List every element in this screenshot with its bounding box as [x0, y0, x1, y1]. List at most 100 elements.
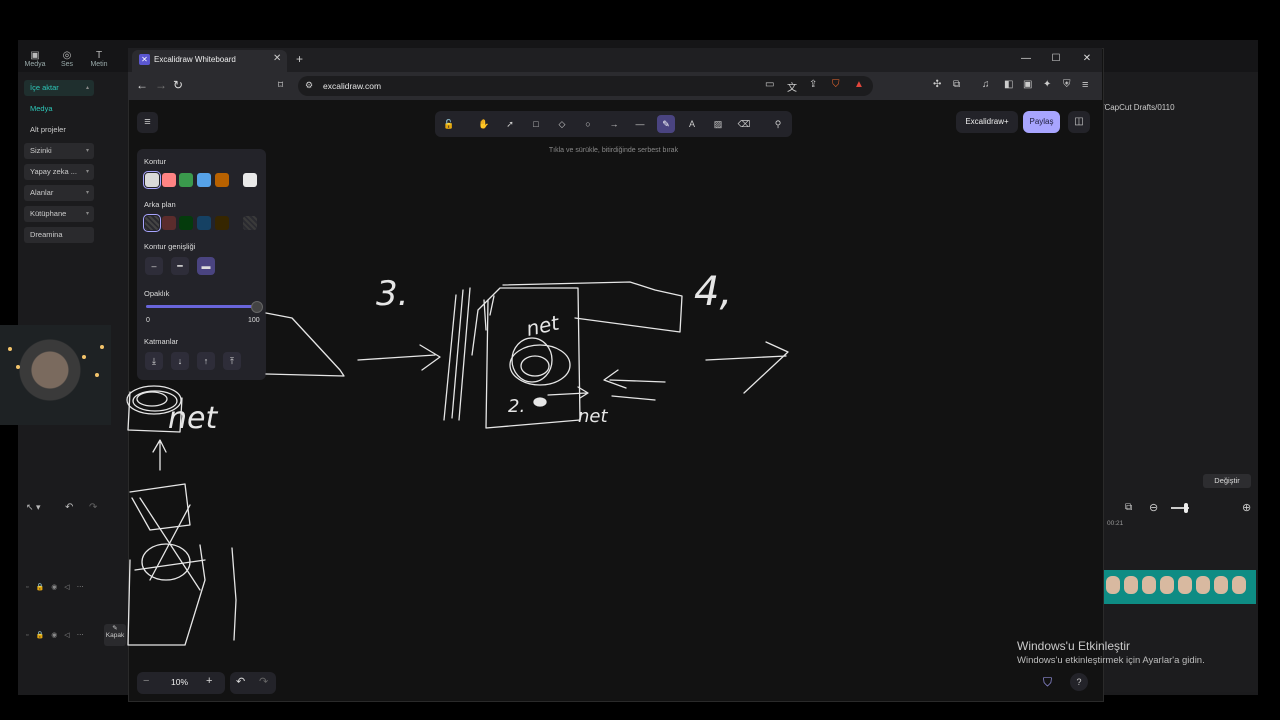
brave-shield-icon[interactable]: ⛉	[832, 79, 840, 90]
lock-icon[interactable]: 🔓	[440, 115, 458, 133]
brave-rewards-icon[interactable]: ▲	[854, 79, 864, 90]
ellipse-tool-icon[interactable]: ○	[579, 115, 597, 133]
transparent-background-swatch[interactable]	[143, 214, 161, 232]
share-button[interactable]: Paylaş	[1023, 111, 1060, 133]
opacity-slider-thumb[interactable]	[251, 301, 263, 313]
hand-tool-icon[interactable]: ✋	[475, 115, 493, 133]
bring-forward-icon[interactable]: ↑	[197, 352, 215, 370]
text-tool-icon[interactable]: A	[683, 115, 701, 133]
zoom-level[interactable]: 10%	[171, 677, 188, 687]
excalidraw-plus-button[interactable]: Excalidraw+	[956, 111, 1018, 133]
selection-tool-icon[interactable]: ➚	[501, 115, 519, 133]
redo-icon[interactable]: ↷	[259, 675, 268, 688]
custom-stroke-color-swatch[interactable]	[243, 173, 257, 187]
capcut-sidebar-yours[interactable]: Sizinki ▾	[24, 143, 94, 159]
capcut-sidebar-library[interactable]: Kütüphane ▾	[24, 206, 94, 222]
chevron-down-icon: ▾	[85, 148, 89, 154]
background-color-swatch[interactable]	[215, 216, 229, 230]
browser-menu-icon[interactable]: ≡	[1082, 79, 1088, 91]
close-icon[interactable]: ✕	[1080, 53, 1094, 64]
cast-icon[interactable]: ▭	[765, 79, 774, 90]
diamond-tool-icon[interactable]: ◇	[553, 115, 571, 133]
site-info-icon[interactable]: ⚙	[305, 80, 313, 91]
media-icon: ▣	[30, 50, 40, 61]
tab-title: Excalidraw Whiteboard	[154, 55, 236, 64]
track-thumbnail	[1124, 576, 1138, 594]
screenshot-icon[interactable]: ⧉	[953, 79, 960, 90]
draw-tool-icon[interactable]: ✎	[657, 115, 675, 133]
undo-icon[interactable]: ↶	[236, 675, 245, 688]
encryption-shield-icon[interactable]: ⛉	[1043, 675, 1052, 690]
capcut-timeline-tool-icon[interactable]: ⧉	[1125, 502, 1132, 513]
vpn-icon[interactable]: ⛨	[1063, 79, 1071, 90]
track-controls-icon[interactable]: ▫🔒◉◁⋯	[26, 631, 91, 639]
reload-icon[interactable]: ↻	[173, 78, 183, 92]
bookmark-icon[interactable]: ⌑	[278, 80, 283, 91]
capcut-sidebar-ai[interactable]: Yapay zeka ... ▾	[24, 164, 94, 180]
zoom-out-icon[interactable]: ⊖	[1149, 501, 1158, 514]
background-color-swatch[interactable]	[179, 216, 193, 230]
opacity-slider-fill	[146, 305, 256, 308]
excalidraw-canvas[interactable]	[129, 100, 1101, 700]
stroke-color-swatch[interactable]	[143, 171, 161, 189]
capcut-video-track[interactable]	[1102, 570, 1256, 604]
zoom-out-icon[interactable]: −	[143, 675, 149, 687]
new-tab-icon[interactable]: +	[296, 52, 303, 66]
capcut-sidebar-subprojects[interactable]: Alt projeler	[24, 122, 94, 138]
custom-background-swatch[interactable]	[243, 216, 257, 230]
track-thumbnail	[1196, 576, 1210, 594]
leo-ai-icon[interactable]: ✦	[1043, 79, 1051, 90]
forward-icon[interactable]: →	[155, 78, 167, 92]
stroke-color-swatch[interactable]	[162, 173, 176, 187]
rectangle-tool-icon[interactable]: □	[527, 115, 545, 133]
minimize-icon[interactable]: —	[1019, 53, 1033, 64]
capcut-tab-audio[interactable]: ◎ Ses	[54, 50, 80, 68]
track-thumbnail	[1232, 576, 1246, 594]
stroke-color-swatch[interactable]	[197, 173, 211, 187]
background-color-swatch[interactable]	[197, 216, 211, 230]
image-tool-icon[interactable]: ▨	[709, 115, 727, 133]
capcut-sidebar-dreamina[interactable]: Dreamina	[24, 227, 94, 243]
wallet-icon[interactable]: ▣	[1023, 79, 1032, 90]
tab-close-icon[interactable]: ✕	[273, 53, 281, 64]
main-menu-button[interactable]: ≡	[137, 112, 158, 133]
zoom-in-icon[interactable]: ⊕	[1242, 501, 1251, 514]
help-icon[interactable]: ?	[1070, 673, 1088, 691]
capcut-sidebar-spaces[interactable]: Alanlar ▾	[24, 185, 94, 201]
track-controls-icon[interactable]: ▫🔒◉◁⋯	[26, 583, 91, 591]
redo-icon[interactable]: ↷	[89, 502, 97, 513]
send-to-back-icon[interactable]: ⤓	[145, 352, 163, 370]
background-color-swatch[interactable]	[162, 216, 176, 230]
undo-icon[interactable]: ↶	[65, 502, 73, 513]
select-tool-icon[interactable]: ↖ ▾	[26, 502, 41, 513]
back-icon[interactable]: ←	[136, 78, 148, 92]
eraser-tool-icon[interactable]: ⌫	[735, 115, 753, 133]
capcut-change-button[interactable]: Değiştir	[1203, 474, 1251, 488]
translate-icon[interactable]: 文	[787, 79, 797, 94]
stroke-color-swatch[interactable]	[179, 173, 193, 187]
stroke-width-thin-button[interactable]: –	[145, 257, 163, 275]
extensions-icon[interactable]: ✣	[933, 79, 941, 90]
capcut-sidebar-media[interactable]: Medya	[24, 101, 94, 117]
maximize-icon[interactable]: ☐	[1049, 53, 1063, 64]
capcut-tab-media[interactable]: ▣ Medya	[22, 50, 48, 68]
share-page-icon[interactable]: ⇪	[809, 79, 817, 90]
capcut-zoom-slider-knob[interactable]	[1184, 503, 1188, 513]
stroke-color-swatch[interactable]	[215, 173, 229, 187]
line-tool-icon[interactable]: —	[631, 115, 649, 133]
stroke-width-bold-button[interactable]: ━	[171, 257, 189, 275]
track-thumbnail	[1160, 576, 1174, 594]
sidebar-icon[interactable]: ◧	[1004, 79, 1013, 90]
bring-to-front-icon[interactable]: ⤒	[223, 352, 241, 370]
more-tools-icon[interactable]: ⚲	[769, 115, 787, 133]
chevron-down-icon: ▾	[85, 169, 89, 175]
send-backward-icon[interactable]: ↓	[171, 352, 189, 370]
arrow-tool-icon[interactable]: →	[605, 115, 623, 133]
media-player-icon[interactable]: ♫	[982, 79, 990, 90]
stroke-width-extra-bold-button[interactable]: ▬	[197, 257, 215, 275]
capcut-cover-button[interactable]: ✎ Kapak	[104, 624, 126, 646]
capcut-tab-text[interactable]: T Metin	[86, 50, 112, 68]
library-icon[interactable]: ◫	[1068, 111, 1090, 133]
zoom-in-icon[interactable]: +	[206, 675, 212, 687]
capcut-sidebar-import[interactable]: İçe aktar ▴	[24, 80, 94, 96]
